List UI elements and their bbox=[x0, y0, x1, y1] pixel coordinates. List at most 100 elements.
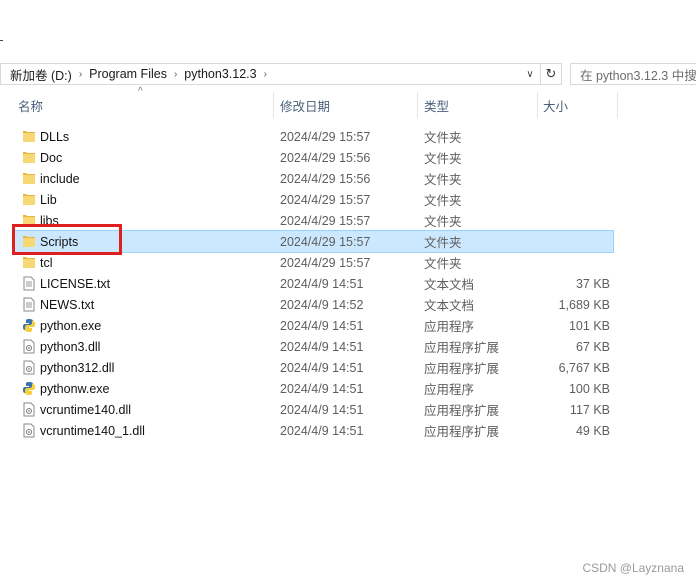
file-row[interactable]: DLLs 2024/4/29 15:57 文件夹 bbox=[13, 126, 613, 147]
address-bar[interactable]: 新加卷 (D:) › Program Files › python3.12.3 … bbox=[0, 63, 562, 85]
breadcrumb-python[interactable]: python3.12.3 bbox=[180, 67, 260, 81]
file-row[interactable]: include 2024/4/29 15:56 文件夹 bbox=[13, 168, 613, 189]
column-divider[interactable] bbox=[273, 92, 274, 118]
file-row[interactable]: python.exe 2024/4/9 14:51 应用程序 101 KB bbox=[13, 315, 613, 336]
file-name: vcruntime140_1.dll bbox=[40, 423, 145, 438]
file-type: 应用程序扩展 bbox=[424, 404, 500, 418]
file-type: 文件夹 bbox=[424, 194, 462, 208]
folder-icon bbox=[22, 255, 36, 270]
file-row[interactable]: NEWS.txt 2024/4/9 14:52 文本文档 1,689 KB bbox=[13, 294, 613, 315]
file-row[interactable]: pythonw.exe 2024/4/9 14:51 应用程序 100 KB bbox=[13, 378, 613, 399]
file-row[interactable]: python312.dll 2024/4/9 14:51 应用程序扩展 6,76… bbox=[13, 357, 613, 378]
file-row[interactable]: vcruntime140_1.dll 2024/4/9 14:51 应用程序扩展… bbox=[13, 420, 613, 441]
file-type: 文本文档 bbox=[424, 278, 475, 292]
file-name: include bbox=[40, 171, 80, 186]
file-type: 应用程序扩展 bbox=[424, 362, 500, 376]
file-size: 101 KB bbox=[568, 318, 610, 333]
file-name: DLLs bbox=[40, 129, 70, 144]
file-name: python3.dll bbox=[40, 339, 101, 354]
watermark: CSDN @Layznana bbox=[582, 561, 684, 575]
dll-file-icon bbox=[22, 402, 36, 417]
column-header-size[interactable]: 大小 bbox=[543, 92, 568, 118]
column-header-date[interactable]: 修改日期 bbox=[280, 92, 330, 118]
file-name: LICENSE.txt bbox=[40, 276, 111, 291]
file-date: 2024/4/9 14:51 bbox=[280, 402, 364, 417]
folder-icon bbox=[22, 129, 36, 144]
file-date: 2024/4/9 14:51 bbox=[280, 318, 364, 333]
breadcrumb-drive[interactable]: 新加卷 (D:) bbox=[1, 65, 76, 84]
column-divider[interactable] bbox=[537, 92, 538, 118]
file-date: 2024/4/9 14:51 bbox=[280, 423, 364, 438]
file-row[interactable]: Lib 2024/4/29 15:57 文件夹 bbox=[13, 189, 613, 210]
file-date: 2024/4/9 14:52 bbox=[280, 297, 364, 312]
file-row[interactable]: tcl 2024/4/29 15:57 文件夹 bbox=[13, 252, 613, 273]
file-date: 2024/4/29 15:57 bbox=[280, 213, 371, 228]
file-row[interactable]: LICENSE.txt 2024/4/9 14:51 文本文档 37 KB bbox=[13, 273, 613, 294]
file-size: 67 KB bbox=[575, 339, 610, 354]
file-type: 应用程序 bbox=[424, 383, 475, 397]
python-icon bbox=[22, 318, 36, 333]
sort-ascending-icon: ^ bbox=[138, 86, 143, 97]
file-size: 6,767 KB bbox=[558, 360, 610, 375]
file-row[interactable]: Doc 2024/4/29 15:56 文件夹 bbox=[13, 147, 613, 168]
refresh-icon[interactable]: ↻ bbox=[540, 64, 561, 84]
file-type: 文件夹 bbox=[424, 236, 462, 250]
dll-file-icon bbox=[22, 360, 36, 375]
file-type: 应用程序扩展 bbox=[424, 425, 500, 439]
search-input[interactable]: 在 python3.12.3 中搜索 bbox=[570, 63, 696, 85]
file-type: 文件夹 bbox=[424, 173, 462, 187]
chevron-right-icon[interactable]: › bbox=[171, 69, 180, 80]
dll-file-icon bbox=[22, 339, 36, 354]
file-date: 2024/4/9 14:51 bbox=[280, 276, 364, 291]
breadcrumb-program-files[interactable]: Program Files bbox=[85, 67, 171, 81]
file-size: 49 KB bbox=[575, 423, 610, 438]
column-divider[interactable] bbox=[617, 92, 618, 118]
column-header-name[interactable]: 名称 bbox=[18, 92, 43, 118]
address-history-dropdown-icon[interactable]: ∨ bbox=[523, 66, 537, 82]
file-date: 2024/4/29 15:56 bbox=[280, 171, 371, 186]
text-file-icon bbox=[22, 276, 36, 291]
search-placeholder: 在 python3.12.3 中搜索 bbox=[580, 68, 696, 83]
chevron-right-icon[interactable]: › bbox=[76, 69, 85, 80]
column-header-type[interactable]: 类型 bbox=[424, 92, 449, 118]
file-date: 2024/4/9 14:51 bbox=[280, 360, 364, 375]
file-date: 2024/4/29 15:57 bbox=[280, 129, 371, 144]
file-size: 37 KB bbox=[575, 276, 610, 291]
chevron-right-icon[interactable]: › bbox=[261, 69, 270, 80]
file-name: Lib bbox=[40, 192, 57, 207]
folder-icon bbox=[22, 192, 36, 207]
dll-file-icon bbox=[22, 423, 36, 438]
column-headers: ^ 名称 修改日期 类型 大小 bbox=[0, 86, 696, 118]
file-type: 文件夹 bbox=[424, 152, 462, 166]
file-size: 1,689 KB bbox=[558, 297, 610, 312]
column-divider[interactable] bbox=[417, 92, 418, 118]
file-name: tcl bbox=[40, 255, 53, 270]
python-icon bbox=[22, 381, 36, 396]
file-name: vcruntime140.dll bbox=[40, 402, 132, 417]
file-type: 文件夹 bbox=[424, 131, 462, 145]
file-name: python312.dll bbox=[40, 360, 115, 375]
folder-icon bbox=[22, 150, 36, 165]
file-type: 文件夹 bbox=[424, 215, 462, 229]
annotation-highlight-box bbox=[12, 224, 122, 255]
file-type: 文本文档 bbox=[424, 299, 475, 313]
file-date: 2024/4/29 15:57 bbox=[280, 234, 371, 249]
window-edge-mark bbox=[0, 40, 3, 41]
folder-icon bbox=[22, 171, 36, 186]
file-type: 应用程序 bbox=[424, 320, 475, 334]
text-file-icon bbox=[22, 297, 36, 312]
file-date: 2024/4/9 14:51 bbox=[280, 339, 364, 354]
file-type: 应用程序扩展 bbox=[424, 341, 500, 355]
file-type: 文件夹 bbox=[424, 257, 462, 271]
file-size: 100 KB bbox=[568, 381, 610, 396]
file-date: 2024/4/29 15:56 bbox=[280, 150, 371, 165]
file-name: NEWS.txt bbox=[40, 297, 95, 312]
file-date: 2024/4/29 15:57 bbox=[280, 255, 371, 270]
file-row[interactable]: python3.dll 2024/4/9 14:51 应用程序扩展 67 KB bbox=[13, 336, 613, 357]
file-name: Doc bbox=[40, 150, 63, 165]
file-date: 2024/4/29 15:57 bbox=[280, 192, 371, 207]
file-name: pythonw.exe bbox=[40, 381, 110, 396]
file-date: 2024/4/9 14:51 bbox=[280, 381, 364, 396]
file-name: python.exe bbox=[40, 318, 102, 333]
file-row[interactable]: vcruntime140.dll 2024/4/9 14:51 应用程序扩展 1… bbox=[13, 399, 613, 420]
